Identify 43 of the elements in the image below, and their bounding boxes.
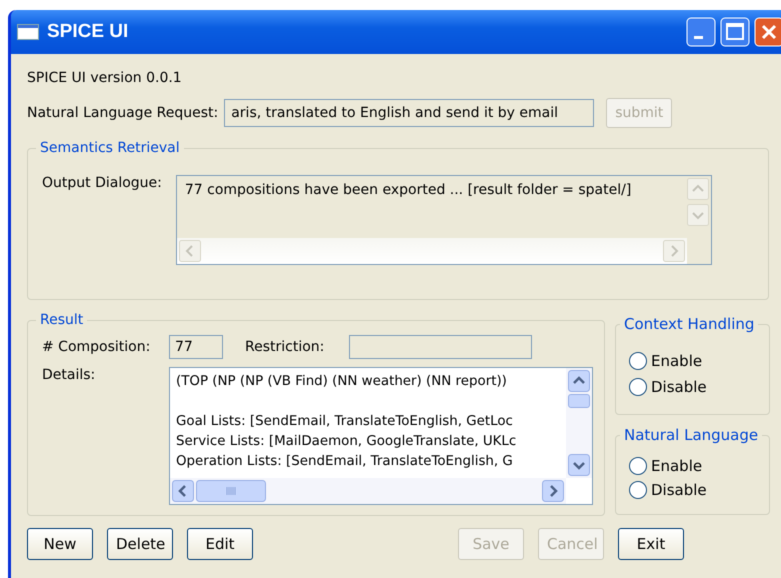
window-title: SPICE UI bbox=[47, 21, 128, 43]
version-label: SPICE UI version 0.0.1 bbox=[27, 69, 183, 88]
output-label: Output Dialogue: bbox=[42, 175, 162, 193]
radio-icon[interactable] bbox=[628, 456, 648, 476]
radio-icon[interactable] bbox=[628, 480, 648, 500]
composition-field[interactable]: 77 bbox=[169, 335, 223, 359]
action-button[interactable]: New bbox=[27, 528, 93, 560]
scroll-left-icon[interactable] bbox=[172, 480, 194, 502]
scroll-right-icon[interactable] bbox=[542, 480, 564, 502]
action-button[interactable]: Exit bbox=[618, 528, 684, 560]
details-line: Goal Lists: [SendEmail, TranslateToEnglish, GetLoc bbox=[176, 413, 514, 431]
radio-icon[interactable] bbox=[628, 377, 648, 397]
composition-label: # Composition: bbox=[42, 339, 152, 355]
restriction-label: Restriction: bbox=[245, 339, 326, 355]
minimize-icon[interactable] bbox=[686, 17, 716, 47]
horizontal-scrollbar[interactable] bbox=[170, 478, 566, 504]
maximize-icon[interactable] bbox=[720, 17, 750, 47]
scroll-down-icon[interactable] bbox=[568, 454, 590, 476]
radio-icon[interactable] bbox=[628, 351, 648, 371]
details-line: Service Lists: [MailDaemon, GoogleTranslate, UKLc bbox=[176, 433, 518, 451]
panel-title: Context Handling bbox=[620, 315, 758, 333]
window-icon bbox=[17, 24, 39, 40]
radio-option[interactable]: Disable bbox=[628, 377, 707, 397]
radio-option[interactable]: Disable bbox=[628, 480, 707, 500]
scroll-up-icon[interactable] bbox=[568, 370, 590, 392]
output-area[interactable]: 77 compositions have been exported ... [result folder = spatel/] bbox=[176, 175, 712, 265]
request-label: Natural Language Request: bbox=[27, 105, 218, 121]
details-line: Operation Lists: [SendEmail, TranslateToEnglish, G bbox=[176, 453, 514, 471]
request-field[interactable]: aris, translated to English and send it by email bbox=[224, 99, 594, 127]
scroll-thumb[interactable] bbox=[196, 480, 266, 502]
details-area[interactable]: (TOP (NP (NP (VB Find) (NN weather) (NN report)) Goal Lists: [SendEmail, TranslateToEnglish, GetLoc Service Lists: [MailDaemon, GoogleTranslate, UKLc Operation Lists: [SendEmail, TranslateToEnglish, G bbox=[169, 367, 593, 505]
action-button[interactable]: Delete bbox=[107, 528, 173, 560]
radio-option[interactable]: Enable bbox=[628, 456, 702, 476]
action-button[interactable]: Edit bbox=[187, 528, 253, 560]
scroll-thumb[interactable] bbox=[568, 394, 590, 408]
restriction-field[interactable] bbox=[349, 335, 532, 359]
panel-title: Natural Language bbox=[620, 426, 762, 444]
vertical-scrollbar[interactable] bbox=[566, 368, 592, 478]
close-icon[interactable] bbox=[754, 17, 781, 47]
output-line: 77 compositions have been exported ... [result folder = spatel/] bbox=[184, 181, 632, 200]
radio-option[interactable]: Enable bbox=[628, 351, 702, 371]
details-line: (TOP (NP (NP (VB Find) (NN weather) (NN report)) bbox=[176, 373, 508, 391]
details-label: Details: bbox=[42, 367, 96, 385]
